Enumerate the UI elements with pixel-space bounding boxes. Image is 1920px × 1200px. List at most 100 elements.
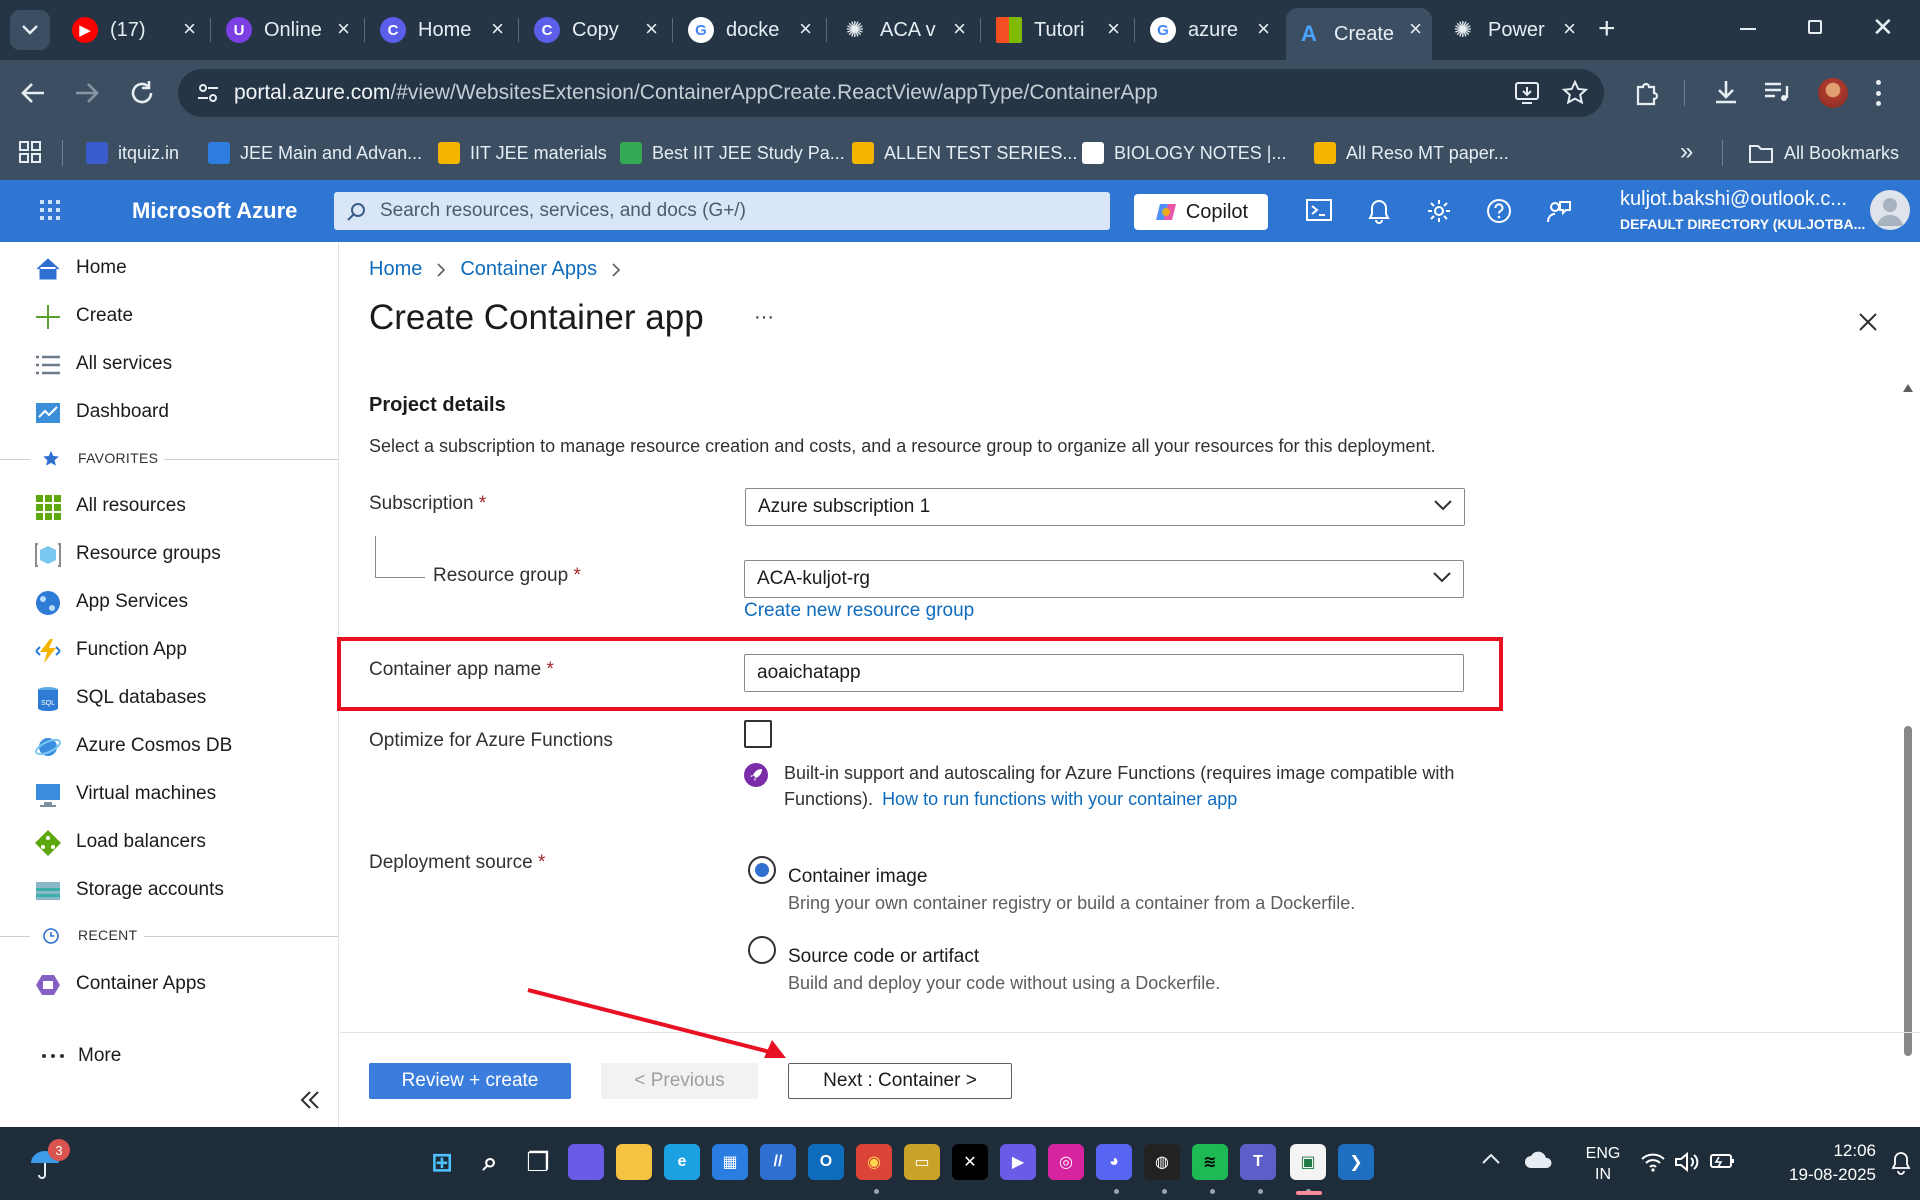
scroll-up-icon[interactable] xyxy=(1903,384,1913,392)
task-view-icon[interactable]: ❐ xyxy=(520,1144,556,1180)
address-bar[interactable]: portal.azure.com/#view/WebsitesExtension… xyxy=(178,69,1604,117)
tab-close-icon[interactable]: × xyxy=(1409,18,1422,40)
more-bookmarks-chevron-icon[interactable]: » xyxy=(1680,138,1693,166)
spotify-icon[interactable]: ≋ xyxy=(1192,1144,1228,1180)
copilot-button[interactable]: Copilot xyxy=(1134,194,1268,230)
tab-2[interactable]: C Home × xyxy=(370,8,514,52)
sidebar-item-all-services[interactable]: All services xyxy=(0,342,338,386)
file-explorer-icon[interactable] xyxy=(616,1144,652,1180)
notification-center-icon[interactable] xyxy=(1890,1151,1912,1175)
bookmark-item[interactable]: BIOLOGY NOTES |... xyxy=(1082,138,1286,168)
sidebar-item-load-balancers[interactable]: Load balancers xyxy=(0,820,338,864)
tab-close-icon[interactable]: × xyxy=(1563,18,1576,40)
container-app-name-input[interactable] xyxy=(744,654,1464,692)
notifications-bell-icon[interactable] xyxy=(1368,198,1390,224)
tab-7[interactable]: Gazure × xyxy=(1140,8,1280,52)
functions-help-link[interactable]: How to run functions with your container… xyxy=(882,789,1237,809)
sidebar-item-more[interactable]: More xyxy=(0,1034,338,1078)
obs-icon[interactable]: ◍ xyxy=(1144,1144,1180,1180)
site-info-icon[interactable] xyxy=(196,81,220,105)
tab-6[interactable]: Tutori × xyxy=(986,8,1130,52)
bookmark-item[interactable]: All Reso MT paper... xyxy=(1314,138,1509,168)
tab-close-icon[interactable]: × xyxy=(183,18,196,40)
portal-menu-icon[interactable] xyxy=(40,200,60,220)
bookmark-star-icon[interactable] xyxy=(1562,80,1588,106)
search-icon[interactable]: ⌕ xyxy=(472,1144,508,1180)
instagram-icon[interactable]: ◎ xyxy=(1048,1144,1084,1180)
breadcrumb-container-apps[interactable]: Container Apps xyxy=(460,258,597,281)
breadcrumb-home[interactable]: Home xyxy=(369,258,422,281)
azure-brand[interactable]: Microsoft Azure xyxy=(132,198,297,224)
tab-4[interactable]: Gdocke × xyxy=(678,8,822,52)
chrome-icon[interactable]: ◉ xyxy=(856,1144,892,1180)
discord-icon[interactable]: ◕ xyxy=(1096,1144,1132,1180)
wifi-icon[interactable] xyxy=(1640,1151,1666,1173)
sidebar-item-azure-cosmos-db[interactable]: Azure Cosmos DB xyxy=(0,724,338,768)
new-tab-button[interactable]: + xyxy=(1598,14,1616,44)
bookmark-item[interactable]: ALLEN TEST SERIES... xyxy=(852,138,1077,168)
excel-file-icon[interactable]: ▣ xyxy=(1290,1144,1326,1180)
minimize-button[interactable] xyxy=(1740,28,1756,30)
tab-8[interactable]: A Create × xyxy=(1286,8,1432,60)
sidebar-item-home[interactable]: Home xyxy=(0,246,338,290)
radio-source-code[interactable] xyxy=(748,936,776,964)
all-bookmarks-button[interactable]: All Bookmarks xyxy=(1748,138,1899,168)
tab-5[interactable]: ✺ ACA v × xyxy=(832,8,976,52)
sidebar-item-virtual-machines[interactable]: Virtual machines xyxy=(0,772,338,816)
tab-close-icon[interactable]: × xyxy=(1257,18,1270,40)
subscription-dropdown[interactable]: Azure subscription 1 xyxy=(745,488,1465,526)
weather-widget[interactable]: 3 xyxy=(28,1139,70,1183)
settings-gear-icon[interactable] xyxy=(1426,198,1452,224)
tab-close-icon[interactable]: × xyxy=(491,18,504,40)
more-actions-icon[interactable]: ··· xyxy=(754,306,774,329)
media-icon[interactable]: ▭ xyxy=(904,1144,940,1180)
browser-menu-icon[interactable] xyxy=(1876,80,1882,106)
azure-search-box[interactable]: Search resources, services, and docs (G+… xyxy=(334,192,1110,230)
teams-icon[interactable]: T xyxy=(1240,1144,1276,1180)
vscode-icon[interactable]: ❯ xyxy=(1338,1144,1374,1180)
downloads-icon[interactable] xyxy=(1712,78,1740,106)
close-blade-icon[interactable] xyxy=(1858,312,1878,332)
next-container-button[interactable]: Next : Container > xyxy=(788,1063,1012,1099)
bookmark-item[interactable]: itquiz.in xyxy=(86,138,179,168)
sidebar-item-all-resources[interactable]: All resources xyxy=(0,484,338,528)
back-icon[interactable] xyxy=(20,80,46,106)
tab-close-icon[interactable]: × xyxy=(645,18,658,40)
bookmark-item[interactable]: Best IIT JEE Study Pa... xyxy=(620,138,845,168)
onedrive-cloud-icon[interactable] xyxy=(1524,1149,1554,1169)
media-control-icon[interactable] xyxy=(1762,78,1790,106)
tab-1[interactable]: U Online × xyxy=(216,8,360,52)
language-indicator[interactable]: ENG IN xyxy=(1578,1143,1628,1185)
outlook-icon[interactable]: O xyxy=(808,1144,844,1180)
tab-search-button[interactable] xyxy=(10,10,50,50)
sidebar-item-function-app[interactable]: Function App xyxy=(0,628,338,672)
bookmark-item[interactable]: JEE Main and Advan... xyxy=(208,138,422,168)
form-scrollbar[interactable] xyxy=(1902,384,1914,1166)
sidebar-item-create[interactable]: Create xyxy=(0,294,338,338)
copilot-icon[interactable] xyxy=(568,1144,604,1180)
edge-icon[interactable]: e xyxy=(664,1144,700,1180)
clipchamp-icon[interactable]: ▶ xyxy=(1000,1144,1036,1180)
tab-3[interactable]: C Copy × xyxy=(524,8,668,52)
optimize-functions-checkbox[interactable] xyxy=(744,720,772,748)
extensions-icon[interactable] xyxy=(1634,78,1662,106)
start-icon[interactable]: ⊞ xyxy=(424,1144,460,1180)
tab-0[interactable]: ▶ (17) × xyxy=(62,8,206,52)
tab-close-icon[interactable]: × xyxy=(799,18,812,40)
store-icon[interactable]: ▦ xyxy=(712,1144,748,1180)
tab-close-icon[interactable]: × xyxy=(1107,18,1120,40)
x-app-icon[interactable]: ✕ xyxy=(952,1144,988,1180)
feedback-icon[interactable] xyxy=(1546,198,1572,224)
show-hidden-icons-chevron-icon[interactable] xyxy=(1482,1153,1500,1165)
bookmark-item[interactable]: IIT JEE materials xyxy=(438,138,607,168)
battery-icon[interactable] xyxy=(1708,1151,1736,1171)
clock[interactable]: 12:06 19-08-2025 xyxy=(1756,1139,1876,1187)
apps-grid-icon[interactable] xyxy=(18,140,42,164)
help-question-icon[interactable] xyxy=(1486,198,1512,224)
sidebar-item-sql-databases[interactable]: SQL SQL databases xyxy=(0,676,338,720)
tab-close-icon[interactable]: × xyxy=(337,18,350,40)
sidebar-item-resource-groups[interactable]: Resource groups xyxy=(0,532,338,576)
install-app-icon[interactable] xyxy=(1514,81,1540,105)
close-window-button[interactable]: ✕ xyxy=(1872,14,1894,40)
sidebar-item-storage-accounts[interactable]: Storage accounts xyxy=(0,868,338,912)
